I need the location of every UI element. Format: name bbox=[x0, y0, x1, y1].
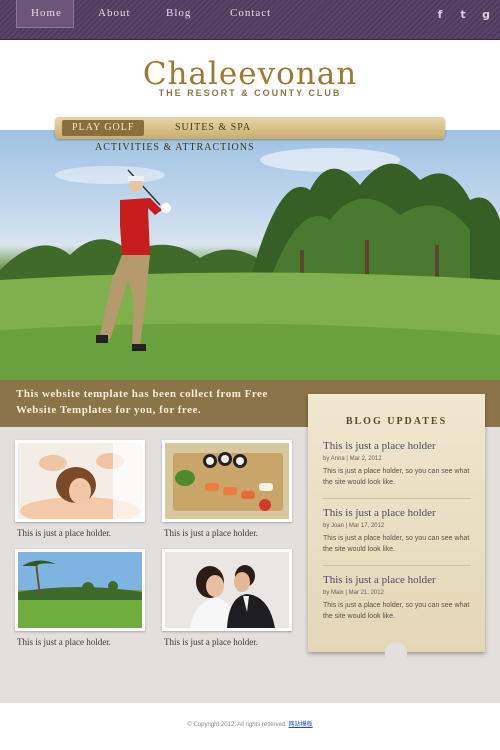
gallery-item-sushi[interactable] bbox=[162, 440, 292, 522]
promo-banner-text: This website template has been collect f… bbox=[16, 388, 268, 416]
blog-post-body: This is just a place holder, so you can … bbox=[323, 602, 470, 620]
submenu-suites-spa[interactable]: SUITES & SPA bbox=[165, 117, 261, 139]
facebook-icon[interactable]: f bbox=[433, 8, 447, 22]
nav-home[interactable]: Home bbox=[16, 0, 74, 28]
nav-blog[interactable]: Blog bbox=[166, 0, 191, 28]
blog-post-title[interactable]: This is just a place holder bbox=[323, 440, 436, 452]
google-plus-icon[interactable]: g bbox=[479, 8, 493, 22]
gallery-caption: This is just a place holder. bbox=[164, 528, 258, 538]
blog-post-meta: by Maix | Mar 21, 2012 bbox=[323, 590, 384, 596]
blog-divider bbox=[323, 565, 471, 566]
copyright-text: © Copyright 2012. All rights reserved. bbox=[187, 722, 287, 728]
gallery-item-golf-course[interactable] bbox=[15, 549, 145, 631]
blog-divider bbox=[323, 498, 471, 499]
blog-updates-panel: BLOG UPDATES This is just a place holder… bbox=[308, 394, 485, 664]
gallery-item-wedding[interactable] bbox=[162, 549, 292, 631]
footer-link[interactable]: 网站模板 bbox=[289, 722, 313, 728]
gallery-caption: This is just a place holder. bbox=[17, 637, 111, 647]
panel-notch bbox=[385, 642, 407, 664]
site-logo-subtitle: THE RESORT & COUNTY CLUB bbox=[158, 88, 342, 98]
site-logo-title[interactable]: Chaleevonan bbox=[0, 56, 500, 92]
blog-post-body: This is just a place holder, so you can … bbox=[323, 535, 470, 553]
gallery-item-spa[interactable] bbox=[15, 440, 145, 522]
golf-course-image bbox=[18, 552, 142, 628]
wedding-couple-image bbox=[165, 552, 289, 628]
nav-contact[interactable]: Contact bbox=[230, 0, 271, 28]
gallery-caption: This is just a place holder. bbox=[17, 528, 111, 538]
submenu-bar: PLAY GOLF SUITES & SPA bbox=[55, 117, 445, 139]
blog-post-body: This is just a place holder, so you can … bbox=[323, 468, 470, 486]
submenu-play-golf[interactable]: PLAY GOLF bbox=[62, 120, 145, 136]
blog-panel-title: BLOG UPDATES bbox=[345, 416, 448, 427]
footer-copyright: © Copyright 2012. All rights reserved. 网… bbox=[0, 719, 500, 728]
blog-post-meta: by Anna | Mar 2, 2012 bbox=[323, 456, 382, 462]
twitter-icon[interactable]: t bbox=[456, 8, 470, 22]
blog-post-meta: by Joan | Mar 17, 2012 bbox=[323, 523, 385, 529]
spa-massage-image bbox=[18, 443, 142, 519]
hero-golf-image bbox=[0, 130, 500, 380]
sushi-platter-image bbox=[165, 443, 289, 519]
gallery-caption: This is just a place holder. bbox=[164, 637, 258, 647]
nav-about[interactable]: About bbox=[98, 0, 131, 28]
blog-post-title[interactable]: This is just a place holder bbox=[323, 507, 436, 519]
submenu-activities[interactable]: ACTIVITIES & ATTRACTIONS bbox=[95, 142, 255, 153]
blog-post-title[interactable]: This is just a place holder bbox=[323, 574, 436, 586]
